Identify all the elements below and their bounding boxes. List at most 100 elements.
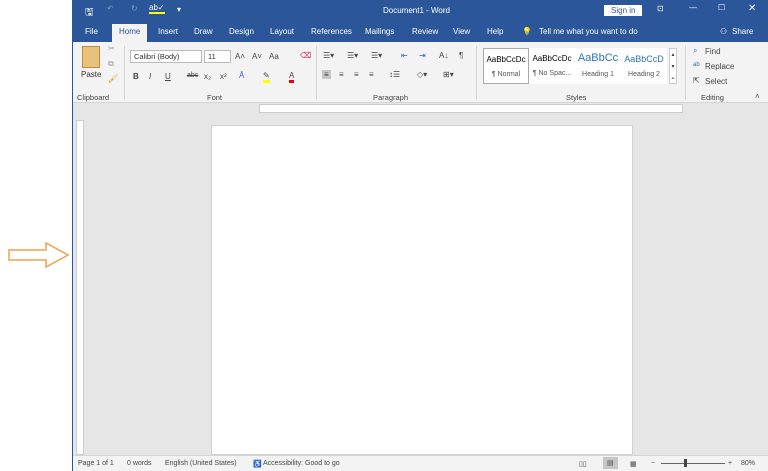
multilevel-list-icon[interactable]: ☰▾ [371, 51, 382, 60]
align-center-icon[interactable]: ≡ [339, 70, 344, 79]
lightbulb-icon: 💡 [522, 27, 532, 36]
page-count[interactable]: Page 1 of 1 [78, 460, 114, 467]
collapse-ribbon-icon[interactable]: ˄ [755, 92, 760, 101]
sort-icon[interactable]: A↓ [439, 51, 448, 60]
style-heading-2[interactable]: AaBbCcD Heading 2 [621, 48, 667, 84]
replace-button[interactable]: Replace [705, 62, 734, 71]
zoom-slider[interactable] [661, 463, 725, 464]
italic-button[interactable]: I [149, 72, 151, 81]
styles-scroll[interactable]: ▴ ▾ ⩡ [669, 48, 677, 84]
show-marks-icon[interactable]: ¶ [459, 51, 463, 60]
ribbon-tabs: File Home Insert Draw Design Layout Refe… [73, 22, 768, 42]
decrease-indent-icon[interactable]: ⇤ [401, 51, 408, 60]
subscript-button[interactable]: x₂ [204, 72, 211, 81]
change-case-button[interactable]: Aa [269, 52, 279, 61]
tab-mailings[interactable]: Mailings [365, 27, 394, 36]
copy-icon[interactable]: ⧉ [108, 59, 114, 69]
customize-qat-icon[interactable]: ▾ [177, 5, 181, 14]
maximize-button[interactable]: ☐ [718, 3, 725, 12]
vertical-ruler[interactable] [76, 120, 84, 455]
bold-button[interactable]: B [133, 72, 139, 81]
annotation-arrow-icon [8, 242, 70, 268]
style-preview: AaBbCc [577, 52, 619, 64]
group-paragraph: Paragraph [373, 93, 409, 102]
style-normal[interactable]: AaBbCcDc ¶ Normal [483, 48, 529, 84]
shading-icon[interactable]: ◇▾ [417, 70, 427, 79]
horizontal-ruler[interactable] [259, 104, 683, 113]
share-button[interactable]: Share [732, 27, 753, 36]
undo-icon[interactable]: ↶ [107, 4, 114, 13]
tab-design[interactable]: Design [229, 27, 254, 36]
tab-references[interactable]: References [311, 27, 352, 36]
style-label: ¶ Normal [491, 71, 521, 78]
tab-draw[interactable]: Draw [194, 27, 213, 36]
text-effects-icon[interactable]: Ā [239, 71, 244, 80]
paste-button[interactable]: Paste [81, 70, 101, 79]
font-name-select[interactable]: Calibri (Body) [130, 50, 202, 63]
cut-icon[interactable]: ✂ [108, 44, 115, 53]
superscript-button[interactable]: x² [220, 72, 227, 81]
find-button[interactable]: Find [705, 47, 721, 56]
window-title: Document1 - Word [383, 6, 450, 15]
align-right-icon[interactable]: ≡ [354, 70, 359, 79]
save-icon[interactable]: 🖫 [85, 5, 94, 22]
tab-help[interactable]: Help [487, 27, 503, 36]
justify-icon[interactable]: ≡ [369, 70, 374, 79]
zoom-in-button[interactable]: + [728, 460, 732, 467]
shrink-font-icon[interactable]: A˅ [252, 52, 262, 61]
document-page[interactable] [211, 125, 633, 455]
tab-view[interactable]: View [453, 27, 470, 36]
style-label: Heading 2 [628, 71, 660, 78]
read-mode-icon[interactable]: ▯▯ [579, 460, 587, 468]
word-count[interactable]: 0 words [127, 460, 152, 467]
accessibility-icon: ♿ [253, 461, 262, 468]
style-label: ¶ No Spac... [532, 70, 572, 77]
strikethrough-button[interactable]: abc [187, 72, 198, 79]
style-heading-1[interactable]: AaBbCc Heading 1 [575, 48, 621, 84]
word-window: 🖫 ↶ ↻ ab✓ ▾ Document1 - Word Sign in ⊡ —… [72, 0, 768, 471]
group-font: Font [207, 93, 223, 102]
line-spacing-icon[interactable]: ↕☰ [389, 70, 400, 79]
zoom-slider-thumb[interactable] [684, 459, 687, 467]
zoom-out-button[interactable]: − [651, 460, 655, 467]
ribbon: Paste ✂ ⧉ 🖌 Clipboard Calibri (Body) 11 … [73, 42, 768, 103]
ribbon-display-icon[interactable]: ⊡ [657, 4, 664, 13]
share-icon: ⚇ [720, 27, 728, 36]
tab-file[interactable]: File [85, 27, 98, 36]
group-editing: Editing [701, 93, 724, 102]
minimize-button[interactable]: — [689, 3, 697, 12]
borders-icon[interactable]: ⊞▾ [443, 70, 454, 79]
underline-button[interactable]: U [165, 72, 171, 81]
increase-indent-icon[interactable]: ⇥ [419, 51, 426, 60]
tell-me-search[interactable]: Tell me what you want to do [539, 27, 638, 36]
language[interactable]: English (United States) [165, 460, 237, 467]
tab-layout[interactable]: Layout [270, 27, 294, 36]
paste-icon[interactable] [82, 46, 100, 68]
clear-formatting-icon[interactable]: ⌫ [300, 51, 311, 60]
group-styles: Styles [566, 93, 587, 102]
font-color-icon[interactable]: A [289, 71, 295, 83]
print-layout-icon[interactable]: ▤ [603, 457, 618, 469]
highlight-icon[interactable]: ✎ [263, 71, 270, 83]
style-preview: AaBbCcD [624, 54, 664, 64]
zoom-level[interactable]: 80% [741, 460, 755, 467]
bullets-icon[interactable]: ☰▾ [323, 51, 334, 60]
spelling-icon[interactable]: ab✓ [149, 3, 165, 14]
tab-insert[interactable]: Insert [158, 27, 178, 36]
font-size-select[interactable]: 11 [204, 50, 231, 63]
sign-in-button[interactable]: Sign in [604, 5, 643, 16]
tab-review[interactable]: Review [412, 27, 438, 36]
numbering-icon[interactable]: ☰▾ [347, 51, 358, 60]
web-layout-icon[interactable]: ▦ [630, 460, 637, 468]
close-button[interactable]: ✕ [748, 3, 756, 14]
style-no-spacing[interactable]: AaBbCcDc ¶ No Spac... [529, 48, 575, 84]
select-button[interactable]: Select [705, 77, 727, 86]
group-clipboard: Clipboard [77, 93, 110, 102]
tab-home[interactable]: Home [112, 24, 148, 42]
title-bar: 🖫 ↶ ↻ ab✓ ▾ Document1 - Word Sign in ⊡ —… [73, 0, 768, 22]
format-painter-icon[interactable]: 🖌 [108, 74, 118, 83]
redo-icon[interactable]: ↻ [131, 4, 138, 13]
align-left-icon[interactable]: ≡ [322, 70, 331, 79]
grow-font-icon[interactable]: A˄ [235, 52, 245, 61]
accessibility-status[interactable]: Accessibility: Good to go [263, 460, 340, 467]
